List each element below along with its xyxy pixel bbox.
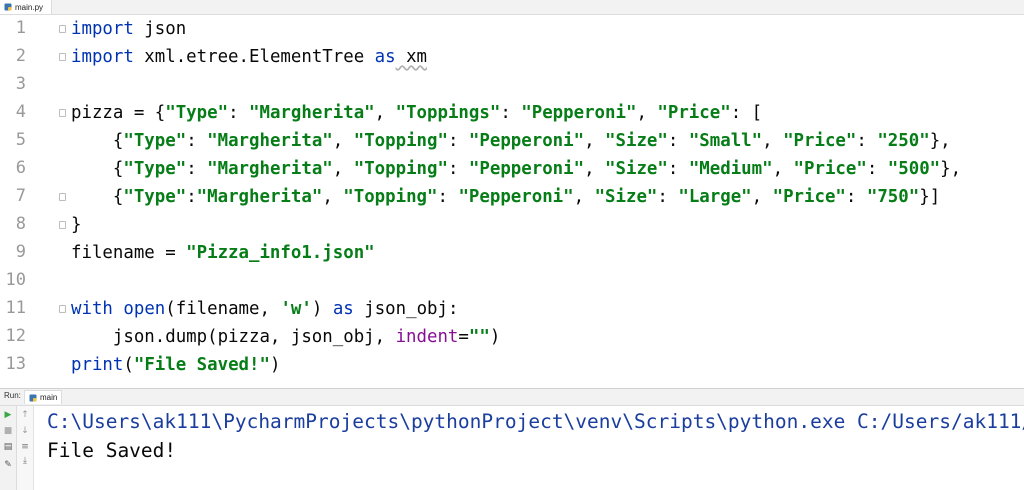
line-number: 3 [15, 74, 26, 94]
code-editor[interactable]: 1 2 3 4 5 6 7 8 9 10 11 12 13 import jso… [0, 15, 1024, 379]
run-tab-main[interactable]: main [24, 390, 62, 404]
scroll-up-icon[interactable]: ↑ [20, 410, 30, 420]
fold-marker-icon[interactable] [59, 193, 66, 201]
fold-marker-icon[interactable] [59, 221, 66, 229]
code-line-4: pizza = {"Type": "Margherita", "Toppings… [71, 103, 763, 123]
line-number-gutter: 1 2 3 4 5 6 7 8 9 10 11 12 13 [0, 15, 56, 379]
line-number: 13 [5, 354, 26, 374]
run-label: Run: [4, 391, 21, 400]
editor-tab-bar: main.py [0, 0, 1024, 15]
fold-marker-icon[interactable] [59, 305, 66, 313]
console-command-line: C:\Users\ak111\PycharmProjects\pythonPro… [47, 410, 1024, 433]
line-number: 1 [15, 18, 26, 38]
line-number: 11 [5, 298, 26, 318]
tab-main-py[interactable]: main.py [0, 0, 52, 14]
console-output-line: File Saved! [47, 439, 177, 462]
run-toolbar-secondary: ↑ ↓ ≡ ⤓ [17, 406, 34, 490]
fold-marker-icon[interactable] [59, 53, 66, 61]
python-file-icon [29, 394, 37, 401]
code-line-11: with open(filename, 'w') as json_obj: [71, 299, 459, 319]
run-tab-label: main [40, 393, 58, 402]
soft-wrap-icon[interactable]: ≡ [20, 442, 30, 452]
fold-marker-icon[interactable] [59, 25, 66, 33]
line-number: 8 [15, 214, 26, 234]
stop-icon[interactable]: ■ [3, 426, 13, 436]
line-number: 2 [15, 46, 26, 66]
line-number: 6 [15, 158, 26, 178]
pin-icon[interactable]: ✎ [3, 460, 13, 470]
line-number: 10 [5, 270, 26, 290]
python-file-icon [4, 3, 12, 11]
code-line-2: import xml.etree.ElementTree as xm [71, 47, 428, 67]
code-line-1: import json [71, 19, 187, 39]
code-line-13: print("File Saved!") [71, 355, 281, 375]
line-number: 12 [5, 326, 26, 346]
code-line-5: {"Type": "Margherita", "Topping": "Peppe… [71, 131, 951, 151]
line-number: 7 [15, 186, 26, 206]
run-toolbar: ▶ ■ ▤ ✎ [0, 406, 17, 490]
scroll-to-end-icon[interactable]: ⤓ [20, 456, 30, 466]
fold-marker-icon[interactable] [59, 109, 66, 117]
code-line-7: {"Type":"Margherita", "Topping": "Pepper… [71, 187, 941, 207]
line-number: 5 [15, 130, 26, 150]
rerun-icon[interactable]: ▶ [3, 410, 13, 420]
code-line-9: filename = "Pizza_info1.json" [71, 243, 375, 263]
layout-icon[interactable]: ▤ [3, 442, 13, 452]
code-line-8: } [71, 215, 82, 235]
scroll-down-icon[interactable]: ↓ [20, 426, 30, 436]
code-line-12: json.dump(pizza, json_obj, indent="") [71, 327, 501, 347]
line-number: 9 [15, 242, 26, 262]
run-panel-header: Run: main [0, 389, 1024, 406]
tab-label: main.py [15, 2, 44, 12]
line-number: 4 [15, 102, 26, 122]
code-line-6: {"Type": "Margherita", "Topping": "Peppe… [71, 159, 962, 179]
